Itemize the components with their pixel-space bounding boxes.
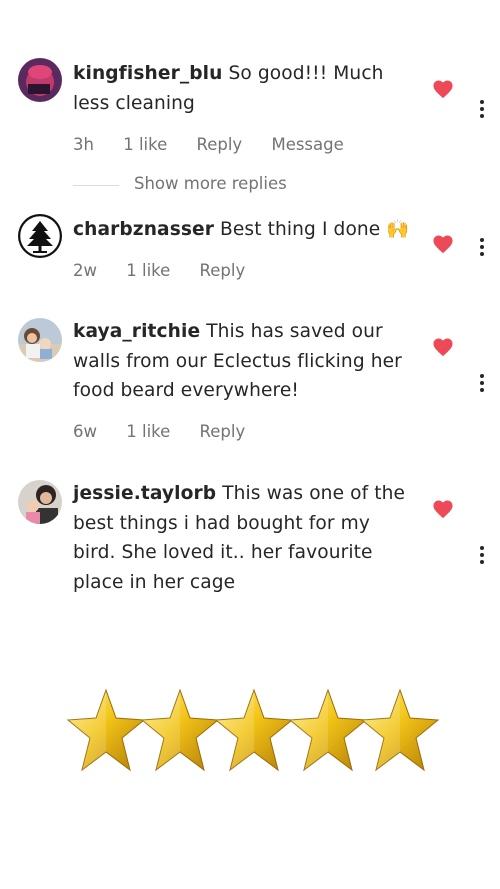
- comment-username[interactable]: kaya_ritchie: [73, 321, 200, 342]
- reply-button[interactable]: Reply: [200, 261, 246, 280]
- star-icon: [214, 688, 294, 774]
- comment-1: kingfisher_blu So good!!! Much less clea…: [0, 56, 500, 166]
- more-options-icon[interactable]: [476, 374, 488, 396]
- avatar[interactable]: [18, 318, 62, 362]
- comment-likes[interactable]: 1 like: [126, 261, 170, 280]
- comment-username[interactable]: charbznasser: [73, 219, 214, 240]
- comment-meta: 3h 1 like Reply Message: [73, 135, 368, 154]
- comment-time: 2w: [73, 261, 97, 280]
- avatar[interactable]: [18, 214, 62, 258]
- heart-icon[interactable]: [432, 79, 454, 99]
- heart-icon[interactable]: [432, 499, 454, 519]
- comment-username[interactable]: kingfisher_blu: [73, 63, 222, 84]
- comment-text: jessie.taylorb This was one of the best …: [73, 479, 418, 597]
- comment-meta: 6w 1 like Reply: [73, 422, 269, 441]
- comment-3: kaya_ritchie This has saved our walls fr…: [0, 316, 500, 446]
- replies-divider: [73, 185, 119, 186]
- heart-icon[interactable]: [432, 337, 454, 357]
- comment-meta: 2w 1 like Reply: [73, 261, 269, 280]
- more-options-icon[interactable]: [476, 100, 488, 122]
- star-rating: [66, 688, 440, 774]
- reply-button[interactable]: Reply: [200, 422, 246, 441]
- star-icon: [288, 688, 368, 774]
- comment-4: jessie.taylorb This was one of the best …: [0, 478, 500, 608]
- show-more-replies-label[interactable]: Show more replies: [134, 174, 287, 193]
- comment-time: 6w: [73, 422, 97, 441]
- heart-icon[interactable]: [432, 234, 454, 254]
- comment-username[interactable]: jessie.taylorb: [73, 483, 216, 504]
- star-icon: [140, 688, 220, 774]
- star-icon: [66, 688, 146, 774]
- comment-text: charbznasser Best thing I done 🙌: [73, 215, 418, 245]
- comment-body: Best thing I done 🙌: [220, 219, 410, 240]
- comment-likes[interactable]: 1 like: [123, 135, 167, 154]
- more-options-icon[interactable]: [476, 238, 488, 260]
- comment-time: 3h: [73, 135, 94, 154]
- reply-button[interactable]: Reply: [197, 135, 243, 154]
- star-icon: [360, 688, 440, 774]
- avatar[interactable]: [18, 58, 62, 102]
- comment-text: kingfisher_blu So good!!! Much less clea…: [73, 59, 418, 118]
- more-options-icon[interactable]: [476, 546, 488, 568]
- comment-likes[interactable]: 1 like: [126, 422, 170, 441]
- avatar[interactable]: [18, 480, 62, 524]
- comment-2: charbznasser Best thing I done 🙌 2w 1 li…: [0, 212, 500, 292]
- message-button[interactable]: Message: [271, 135, 343, 154]
- comment-text: kaya_ritchie This has saved our walls fr…: [73, 317, 418, 406]
- show-more-replies[interactable]: Show more replies: [0, 174, 500, 196]
